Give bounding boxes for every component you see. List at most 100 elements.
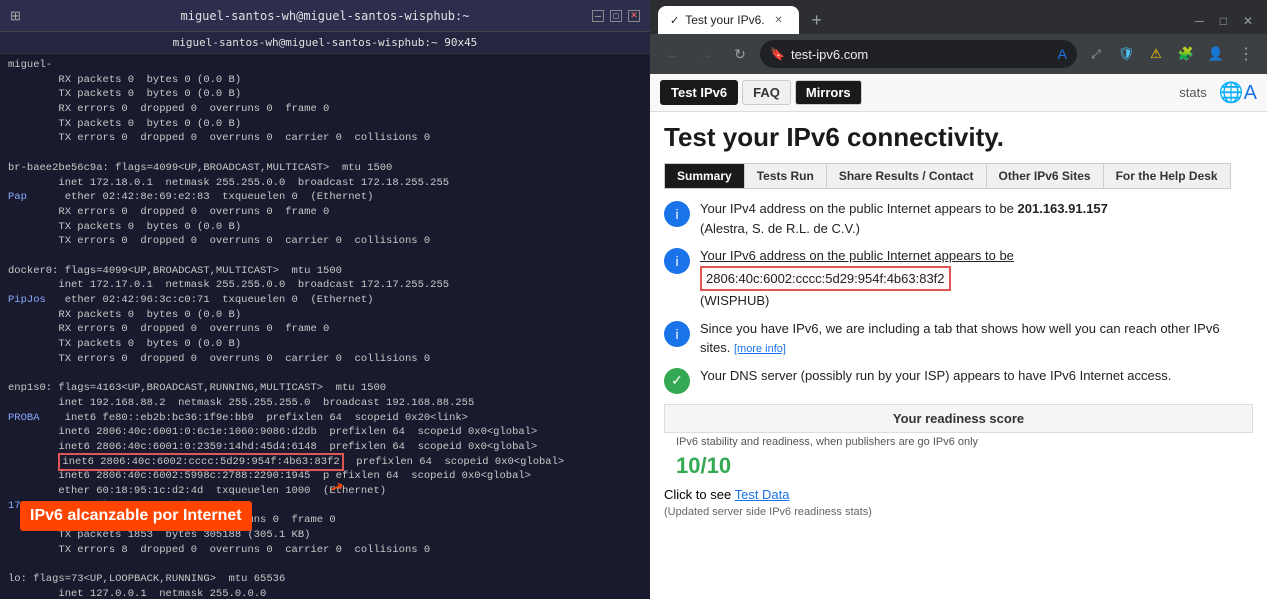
reload-button[interactable]: ↻ bbox=[726, 40, 754, 68]
content-tab-summary[interactable]: Summary bbox=[665, 164, 745, 188]
info-card-dns: ✓ Your DNS server (possibly run by your … bbox=[664, 366, 1253, 394]
test-data-link[interactable]: Test Data bbox=[735, 487, 790, 502]
website-content: Test IPv6 FAQ Mirrors stats 🌐A Test your… bbox=[650, 74, 1267, 599]
term-line bbox=[8, 146, 642, 161]
term-line: inet6 2806:40c:6002:cccc:5d29:954f:4b63:… bbox=[8, 455, 642, 470]
term-line: inet 172.18.0.1 netmask 255.255.0.0 broa… bbox=[8, 176, 642, 191]
more-info-link[interactable]: [more info] bbox=[734, 343, 786, 355]
info-card-ipv6: i Your IPv6 address on the public Intern… bbox=[664, 246, 1253, 311]
term-line: RX packets 0 bytes 0 (0.0 B) bbox=[8, 73, 642, 88]
grid-icon: ⊞ bbox=[10, 8, 21, 24]
site-tab-faq[interactable]: FAQ bbox=[742, 80, 791, 105]
term-line: TX errors 0 dropped 0 overruns 0 carrier… bbox=[8, 234, 642, 249]
terminal-pane: ⊞ miguel-santos-wh@miguel-santos-wisphub… bbox=[0, 0, 650, 599]
terminal-title: miguel-santos-wh@miguel-santos-wisphub:~ bbox=[10, 9, 640, 23]
address-text: test-ipv6.com bbox=[791, 47, 868, 62]
readiness-score: 10/10 bbox=[676, 453, 731, 478]
terminal-maximize-button[interactable]: □ bbox=[610, 10, 622, 22]
ipv6-tab-text: Since you have IPv6, we are including a … bbox=[700, 319, 1253, 358]
term-line: inet 127.0.0.1 netmask 255.0.0.0 bbox=[8, 587, 642, 599]
content-tab-other-ipv6[interactable]: Other IPv6 Sites bbox=[987, 164, 1104, 188]
term-line: Pap ether 02:42:8e:69:e2:83 txqueuelen 0… bbox=[8, 190, 642, 205]
term-line: inet 192.168.88.2 netmask 255.255.255.0 … bbox=[8, 396, 642, 411]
term-line: inet6 2806:40c:6001:0:6c1e:1060:9086:d2d… bbox=[8, 425, 642, 440]
terminal-body[interactable]: miguel- RX packets 0 bytes 0 (0.0 B) TX … bbox=[0, 54, 650, 599]
nav-icons-right: ⤢ 🛡 ⚠ 🧩 👤 ⋮ bbox=[1083, 41, 1259, 67]
highlighted-ip: inet6 2806:40c:6002:cccc:5d29:954f:4b63:… bbox=[58, 453, 343, 471]
term-line: inet 172.17.0.1 netmask 255.255.0.0 broa… bbox=[8, 278, 642, 293]
user-icon[interactable]: 👤 bbox=[1203, 41, 1229, 67]
term-line: TX errors 0 dropped 0 overruns 0 carrier… bbox=[8, 352, 642, 367]
bottom-note: (Updated server side IPv6 readiness stat… bbox=[664, 506, 1253, 518]
info-icon-blue-2: i bbox=[664, 248, 690, 274]
term-line: TX packets 0 bytes 0 (0.0 B) bbox=[8, 87, 642, 102]
shield-icon[interactable]: 🛡 bbox=[1113, 41, 1139, 67]
browser-tab-active[interactable]: ✓ Test your IPv6. ✕ bbox=[658, 6, 799, 34]
content-tab-tests-run[interactable]: Tests Run bbox=[745, 164, 827, 188]
tab-favicon: ✓ bbox=[670, 14, 679, 27]
content-tab-help-desk[interactable]: For the Help Desk bbox=[1104, 164, 1230, 188]
browser-minimize-button[interactable]: ─ bbox=[1189, 12, 1210, 30]
terminal-minimize-button[interactable]: ─ bbox=[592, 10, 604, 22]
info-cards: i Your IPv4 address on the public Intern… bbox=[664, 199, 1253, 394]
term-line bbox=[8, 557, 642, 572]
terminal-titlebar: ⊞ miguel-santos-wh@miguel-santos-wisphub… bbox=[0, 0, 650, 32]
site-tab-mirrors[interactable]: Mirrors bbox=[795, 80, 862, 105]
term-line: br-baee2be56c9a: flags=4099<UP,BROADCAST… bbox=[8, 161, 642, 176]
term-line: miguel- bbox=[8, 58, 642, 73]
term-line bbox=[8, 249, 642, 264]
term-line: RX errors 0 dropped 0 overruns 0 frame 0 bbox=[8, 102, 642, 117]
warning-icon[interactable]: ⚠ bbox=[1143, 41, 1169, 67]
site-nav: Test IPv6 FAQ Mirrors stats 🌐A bbox=[650, 74, 1267, 112]
term-line: TX packets 0 bytes 0 (0.0 B) bbox=[8, 220, 642, 235]
stats-label[interactable]: stats bbox=[1179, 85, 1206, 100]
test-data-row: Click to see Test Data bbox=[664, 487, 1253, 502]
term-line bbox=[8, 366, 642, 381]
term-line: TX packets 0 bytes 0 (0.0 B) bbox=[8, 337, 642, 352]
translate-button[interactable]: 🌐A bbox=[1219, 80, 1257, 105]
test-data-label: Click to see bbox=[664, 487, 731, 502]
term-line: TX errors 0 dropped 0 overruns 0 carrier… bbox=[8, 131, 642, 146]
site-tab-test-ipv6[interactable]: Test IPv6 bbox=[660, 80, 738, 105]
main-heading: Test your IPv6 connectivity. bbox=[664, 122, 1253, 153]
ipv4-info-text: Your IPv4 address on the public Internet… bbox=[700, 199, 1108, 238]
info-card-ipv6-tab: i Since you have IPv6, we are including … bbox=[664, 319, 1253, 358]
address-bar[interactable]: 🔖 test-ipv6.com A bbox=[760, 40, 1077, 68]
browser-close-button[interactable]: ✕ bbox=[1237, 12, 1259, 30]
browser-maximize-button[interactable]: □ bbox=[1214, 12, 1233, 30]
new-tab-button[interactable]: + bbox=[803, 6, 831, 34]
info-icon-blue-3: i bbox=[664, 321, 690, 347]
browser-pane: ✓ Test your IPv6. ✕ + ─ □ ✕ ← → ↻ 🔖 test… bbox=[650, 0, 1267, 599]
ipv6-address-highlight: 2806:40c:6002:cccc:5d29:954f:4b63:83f2 bbox=[700, 266, 951, 292]
info-card-ipv4: i Your IPv4 address on the public Intern… bbox=[664, 199, 1253, 238]
term-line: inet6 2806:40c:6002:5998c:2788:2290:1945… bbox=[8, 469, 642, 484]
term-line: RX errors 0 dropped 0 overruns 0 frame 0 bbox=[8, 205, 642, 220]
term-line: TX errors 8 dropped 0 overruns 0 carrier… bbox=[8, 543, 642, 558]
ipv6-info-text: Your IPv6 address on the public Internet… bbox=[700, 246, 1014, 311]
translate-icon: A bbox=[1058, 46, 1067, 62]
content-tabs-row: Summary Tests Run Share Results / Contac… bbox=[664, 163, 1231, 189]
info-icon-blue: i bbox=[664, 201, 690, 227]
ipv6-annotation: IPv6 alcanzable por Internet bbox=[20, 501, 252, 531]
term-line: docker0: flags=4099<UP,BROADCAST,MULTICA… bbox=[8, 264, 642, 279]
term-line: PipJos ether 02:42:96:3c:c0:71 txqueuele… bbox=[8, 293, 642, 308]
dns-info-text: Your DNS server (possibly run by your IS… bbox=[700, 366, 1171, 386]
tab-close-button[interactable]: ✕ bbox=[771, 12, 787, 28]
content-tab-share[interactable]: Share Results / Contact bbox=[827, 164, 987, 188]
menu-icon[interactable]: ⋮ bbox=[1233, 41, 1259, 67]
forward-button[interactable]: → bbox=[692, 40, 720, 68]
term-line: enp1s0: flags=4163<UP,BROADCAST,RUNNING,… bbox=[8, 381, 642, 396]
back-button[interactable]: ← bbox=[658, 40, 686, 68]
terminal-close-button[interactable]: ✕ bbox=[628, 10, 640, 22]
readiness-bar: Your readiness score bbox=[664, 404, 1253, 433]
site-body: Test your IPv6 connectivity. Summary Tes… bbox=[650, 112, 1267, 599]
tab-title: Test your IPv6. bbox=[685, 13, 764, 27]
share-icon[interactable]: ⤢ bbox=[1083, 41, 1109, 67]
info-icon-green: ✓ bbox=[664, 368, 690, 394]
nav-bar: ← → ↻ 🔖 test-ipv6.com A ⤢ 🛡 ⚠ 🧩 👤 ⋮ bbox=[650, 34, 1267, 74]
term-line: PROBA inet6 fe80::eb2b:bc36:1f9e:bb9 pre… bbox=[8, 411, 642, 426]
terminal-subtitle: miguel-santos-wh@miguel-santos-wisphub:~… bbox=[0, 32, 650, 54]
term-line: RX packets 0 bytes 0 (0.0 B) bbox=[8, 308, 642, 323]
term-line: lo: flags=73<UP,LOOPBACK,RUNNING> mtu 65… bbox=[8, 572, 642, 587]
extensions-icon[interactable]: 🧩 bbox=[1173, 41, 1199, 67]
